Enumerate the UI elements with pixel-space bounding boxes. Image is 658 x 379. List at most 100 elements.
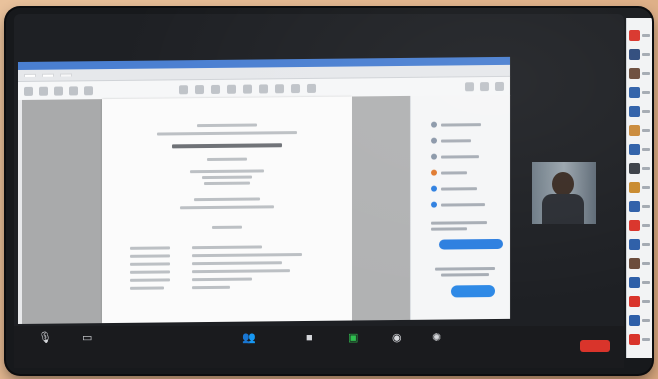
participant-row[interactable] bbox=[629, 85, 651, 99]
meeting-window bbox=[14, 14, 624, 368]
share-screen-button[interactable]: ▣ bbox=[348, 332, 358, 347]
doc-line bbox=[212, 225, 242, 229]
chat-button[interactable]: ■ bbox=[306, 332, 313, 347]
camera-icon: ▭ bbox=[82, 332, 93, 344]
participant-row[interactable] bbox=[629, 218, 651, 232]
tab-tools[interactable] bbox=[42, 73, 54, 77]
participant-row[interactable] bbox=[629, 47, 651, 61]
participant-row[interactable] bbox=[629, 66, 651, 80]
participant-avatar bbox=[629, 143, 640, 155]
participant-row[interactable] bbox=[629, 180, 651, 194]
person-body bbox=[542, 194, 584, 224]
doc-line bbox=[194, 197, 260, 202]
participant-row[interactable] bbox=[629, 104, 651, 118]
tab-home[interactable] bbox=[24, 73, 36, 77]
video-button[interactable]: ▭ bbox=[82, 332, 92, 347]
doc-line bbox=[192, 245, 262, 250]
pdf-left-margin bbox=[22, 99, 102, 324]
search-icon[interactable] bbox=[84, 85, 93, 95]
person-head bbox=[552, 172, 574, 196]
participant-name bbox=[642, 90, 650, 94]
reactions-button[interactable]: ✺ bbox=[432, 332, 441, 347]
tool-label bbox=[441, 122, 481, 127]
participant-row[interactable] bbox=[629, 142, 651, 156]
doc-line bbox=[190, 169, 264, 174]
end-meeting-button[interactable] bbox=[580, 340, 610, 352]
tool-label bbox=[441, 154, 479, 159]
panel-text bbox=[431, 221, 487, 225]
participant-row[interactable] bbox=[629, 332, 651, 346]
panel-tool[interactable] bbox=[431, 137, 471, 144]
pdf-toolbar-center bbox=[179, 83, 316, 94]
participant-row[interactable] bbox=[629, 123, 651, 137]
participant-row[interactable] bbox=[629, 199, 651, 213]
panel-primary-button[interactable] bbox=[439, 238, 503, 250]
doc-line bbox=[197, 123, 257, 128]
record-icon: ◉ bbox=[392, 332, 402, 344]
shared-screen bbox=[18, 56, 510, 325]
print-icon[interactable] bbox=[54, 86, 63, 96]
participant-avatar bbox=[629, 162, 640, 174]
more-icon[interactable] bbox=[495, 81, 504, 91]
participant-row[interactable] bbox=[629, 294, 651, 308]
participant-row[interactable] bbox=[629, 313, 651, 327]
hand-icon[interactable] bbox=[227, 84, 236, 94]
tool-icon bbox=[431, 137, 437, 144]
pdf-workspace bbox=[18, 94, 510, 325]
chat-icon: ■ bbox=[306, 332, 313, 344]
mute-button[interactable]: 🎙 bbox=[38, 332, 52, 347]
participant-row[interactable] bbox=[629, 161, 651, 175]
panel-tool[interactable] bbox=[431, 153, 479, 160]
participant-row[interactable] bbox=[629, 237, 651, 251]
comment-icon[interactable] bbox=[275, 83, 284, 93]
panel-tool[interactable] bbox=[431, 169, 467, 176]
tool-icon bbox=[431, 153, 437, 160]
participants-button[interactable]: 👥 bbox=[242, 332, 256, 347]
record-button[interactable]: ◉ bbox=[392, 332, 402, 347]
participant-avatar bbox=[629, 333, 640, 345]
participant-avatar bbox=[629, 200, 640, 212]
pdf-tools-panel bbox=[410, 94, 510, 320]
panel-secondary-button[interactable] bbox=[451, 285, 495, 298]
tool-label bbox=[441, 202, 485, 207]
share-icon[interactable] bbox=[465, 81, 474, 91]
participant-row[interactable] bbox=[629, 256, 651, 270]
doc-line bbox=[192, 285, 230, 290]
next-page-icon[interactable] bbox=[195, 84, 204, 94]
select-icon[interactable] bbox=[211, 84, 220, 94]
upload-icon[interactable] bbox=[39, 86, 48, 96]
zoom-in-icon[interactable] bbox=[259, 83, 268, 93]
panel-tool[interactable] bbox=[431, 185, 477, 192]
participant-row[interactable] bbox=[629, 28, 651, 42]
mail-icon[interactable] bbox=[69, 85, 78, 95]
participant-avatar bbox=[629, 124, 640, 136]
panel-tool[interactable] bbox=[431, 201, 485, 208]
save-icon[interactable] bbox=[24, 86, 33, 96]
participant-name bbox=[642, 128, 650, 132]
panel-tool[interactable] bbox=[431, 121, 481, 128]
participant-video-tile[interactable] bbox=[532, 162, 596, 224]
participant-name bbox=[642, 261, 650, 265]
tool-icon bbox=[431, 201, 437, 208]
prev-page-icon[interactable] bbox=[179, 84, 188, 94]
participant-name bbox=[642, 318, 650, 322]
doc-line bbox=[130, 270, 170, 274]
sign-icon[interactable] bbox=[307, 83, 316, 93]
participant-avatar bbox=[629, 105, 640, 117]
panel-text bbox=[431, 227, 467, 231]
participant-row[interactable] bbox=[629, 275, 651, 289]
bell-icon[interactable] bbox=[480, 81, 489, 91]
participant-name bbox=[642, 109, 650, 113]
participant-avatar bbox=[629, 67, 640, 79]
participant-avatar bbox=[629, 257, 640, 269]
doc-line bbox=[130, 278, 170, 282]
zoom-out-icon[interactable] bbox=[243, 84, 252, 94]
reactions-icon: ✺ bbox=[432, 332, 442, 344]
doc-line bbox=[192, 269, 290, 274]
tab-document[interactable] bbox=[60, 73, 72, 77]
doc-heading bbox=[172, 143, 282, 149]
participant-avatar bbox=[629, 295, 640, 307]
participant-name bbox=[642, 185, 650, 189]
highlight-icon[interactable] bbox=[291, 83, 300, 93]
participant-avatar bbox=[629, 48, 640, 60]
